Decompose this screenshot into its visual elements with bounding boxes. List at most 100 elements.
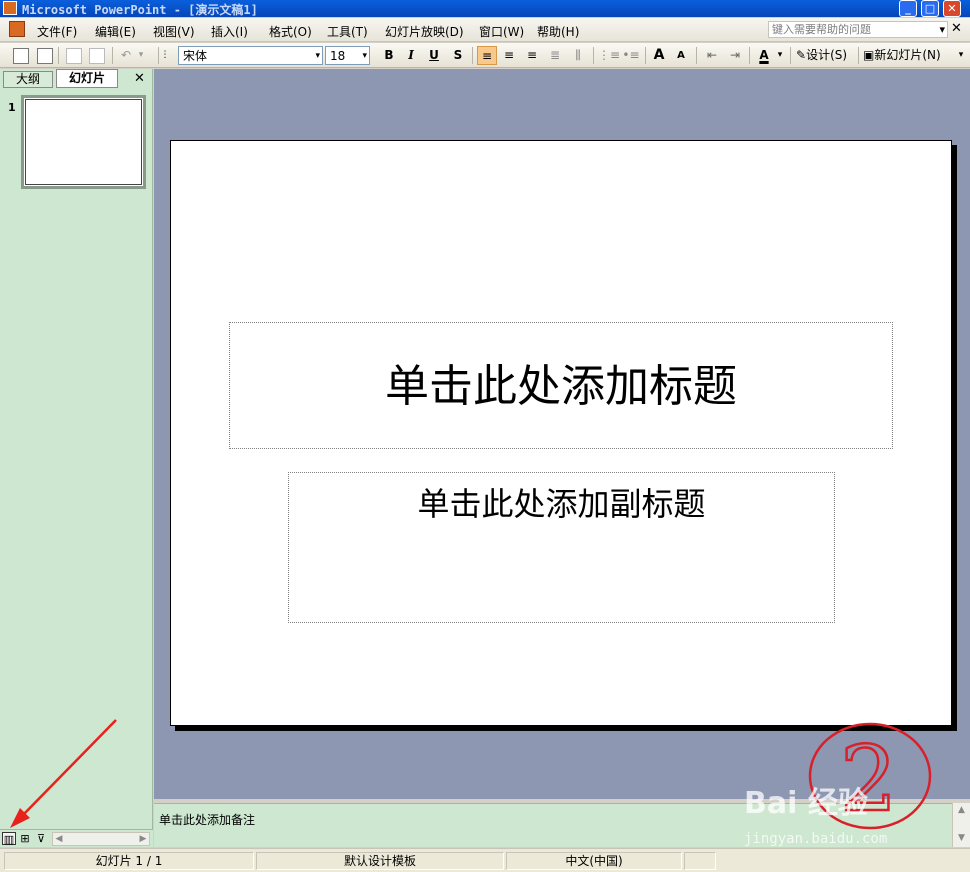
scroll-left-icon[interactable]: ◀ <box>53 833 65 845</box>
toolbar-separator <box>749 47 750 64</box>
menu-bar: 文件(F) 编辑(E) 视图(V) 插入(I) 格式(O) 工具(T) 幻灯片放… <box>0 18 970 42</box>
status-slide-count: 幻灯片 1 / 1 <box>4 852 254 870</box>
copy-icon[interactable] <box>66 48 82 64</box>
distribute-icon[interactable]: ⫼ <box>569 46 587 65</box>
scroll-up-icon[interactable]: ▲ <box>953 803 970 817</box>
menu-help[interactable]: 帮助(H) <box>537 23 579 40</box>
slides-pane: 大纲 幻灯片 ✕ 1 <box>0 69 153 829</box>
subtitle-placeholder[interactable]: 单击此处添加副标题 <box>288 472 835 623</box>
toolbar-separator <box>593 47 594 64</box>
italic-button[interactable]: I <box>403 46 419 65</box>
document-icon[interactable] <box>9 21 25 37</box>
toolbar-separator <box>790 47 791 64</box>
font-name-value: 宋体 <box>183 49 208 63</box>
document-close-button[interactable]: ✕ <box>951 21 962 36</box>
chevron-down-icon[interactable]: ▾ <box>362 47 367 66</box>
toolbar-separator <box>696 47 697 64</box>
baidu-watermark: Bai 经验 <box>744 786 868 821</box>
close-window-button[interactable]: ✕ <box>943 0 961 17</box>
title-placeholder[interactable]: 单击此处添加标题 <box>229 322 893 449</box>
toolbar-separator <box>58 47 59 64</box>
new-document-icon[interactable] <box>13 48 29 64</box>
slide-canvas[interactable]: 单击此处添加标题 单击此处添加副标题 <box>170 140 952 726</box>
undo-dropdown-icon[interactable]: ▾ <box>136 46 146 65</box>
window-title: Microsoft PowerPoint - [演示文稿1] <box>22 3 258 17</box>
justify-icon[interactable]: ≣ <box>546 46 564 65</box>
chevron-down-icon[interactable]: ▾ <box>315 47 320 66</box>
menu-tools[interactable]: 工具(T) <box>327 23 368 40</box>
font-color-dropdown-icon[interactable]: ▾ <box>775 46 785 65</box>
toolbar-separator <box>112 47 113 64</box>
slide-sorter-icon[interactable]: ⊞ <box>18 832 32 845</box>
menu-file[interactable]: 文件(F) <box>37 23 77 40</box>
open-icon[interactable] <box>37 48 53 64</box>
tab-slides[interactable]: 幻灯片 <box>56 69 118 88</box>
bold-button[interactable]: B <box>381 46 397 65</box>
menu-insert[interactable]: 插入(I) <box>211 23 248 40</box>
help-search-input[interactable]: 键入需要帮助的问题 ▾ <box>768 21 948 38</box>
decrease-indent-icon[interactable]: ⇤ <box>703 46 721 65</box>
decrease-font-button[interactable]: A <box>673 46 689 65</box>
new-slide-icon: ▣ <box>863 48 875 62</box>
align-right-button[interactable]: ≡ <box>523 46 541 65</box>
slide-editing-area: 单击此处添加标题 单击此处添加副标题 <box>154 69 970 799</box>
minimize-button[interactable]: _ <box>899 0 917 17</box>
font-name-select[interactable]: 宋体 ▾ <box>178 46 323 65</box>
underline-button[interactable]: U <box>426 46 442 65</box>
toolbar-separator <box>645 47 646 64</box>
maximize-button[interactable]: □ <box>921 0 939 17</box>
font-size-select[interactable]: 18 ▾ <box>325 46 370 65</box>
tab-outline[interactable]: 大纲 <box>3 71 53 88</box>
title-bar: Microsoft PowerPoint - [演示文稿1] _ □ ✕ <box>0 0 970 17</box>
pane-close-button[interactable]: ✕ <box>134 71 145 86</box>
toolbar-grip-icon[interactable]: ⋮ <box>160 46 170 65</box>
status-language: 中文(中国) <box>506 852 682 870</box>
baidu-watermark-url: jingyan.baidu.com <box>744 831 888 847</box>
normal-view-icon[interactable]: ▥ <box>2 832 16 846</box>
align-left-icon: ≡ <box>481 49 493 63</box>
menu-view[interactable]: 视图(V) <box>153 23 195 40</box>
align-left-button[interactable]: ≡ <box>477 46 497 65</box>
numbering-icon[interactable]: ⋮≡ <box>598 46 620 65</box>
toolbar: ↶ ▾ ⋮ 宋体 ▾ 18 ▾ B I U S ≡ ≡ ≡ ≣ ⫼ ⋮≡ •≡ … <box>0 43 970 68</box>
toolbar-separator <box>472 47 473 64</box>
horizontal-scrollbar[interactable]: ◀ ▶ <box>52 832 150 846</box>
view-bar: ▥ ⊞ ⊽ ◀ ▶ <box>0 829 153 847</box>
design-label: 设计(S) <box>806 48 848 62</box>
design-icon: ✎ <box>796 48 807 62</box>
slide-thumbnail[interactable] <box>21 95 146 189</box>
scroll-down-icon[interactable]: ▼ <box>953 831 970 845</box>
status-bar: 幻灯片 1 / 1 默认设计模板 中文(中国) <box>0 848 970 872</box>
powerpoint-app-icon <box>3 1 17 15</box>
paste-icon[interactable] <box>89 48 105 64</box>
help-search-placeholder: 键入需要帮助的问题 <box>772 23 871 36</box>
notes-scrollbar[interactable]: ▲ ▼ <box>952 803 970 847</box>
menu-edit[interactable]: 编辑(E) <box>95 23 136 40</box>
increase-font-button[interactable]: A <box>650 46 668 65</box>
font-color-button[interactable]: A <box>755 46 773 65</box>
status-extra <box>684 852 716 870</box>
align-right-icon: ≡ <box>526 48 538 62</box>
menu-slideshow[interactable]: 幻灯片放映(D) <box>385 23 464 40</box>
new-slide-button[interactable]: ▣新幻灯片(N) <box>863 46 951 65</box>
slide-thumbnail-number: 1 <box>8 101 16 114</box>
menu-window[interactable]: 窗口(W) <box>479 23 524 40</box>
menu-format[interactable]: 格式(O) <box>269 23 312 40</box>
status-template: 默认设计模板 <box>256 852 504 870</box>
design-button[interactable]: ✎设计(S) <box>796 46 856 65</box>
toolbar-separator <box>158 47 159 64</box>
scroll-right-icon[interactable]: ▶ <box>137 833 149 845</box>
font-size-value: 18 <box>330 49 346 63</box>
new-slide-label: 新幻灯片(N) <box>874 48 941 62</box>
undo-icon[interactable]: ↶ <box>118 46 134 65</box>
chevron-down-icon[interactable]: ▾ <box>939 22 945 37</box>
slide-show-icon[interactable]: ⊽ <box>34 832 48 845</box>
bullets-icon[interactable]: •≡ <box>622 46 640 65</box>
toolbar-separator <box>858 47 859 64</box>
toolbar-options-icon[interactable]: ▾ <box>955 46 967 65</box>
notes-placeholder: 单击此处添加备注 <box>159 813 256 827</box>
shadow-button[interactable]: S <box>450 46 466 65</box>
increase-indent-icon[interactable]: ⇥ <box>726 46 744 65</box>
align-center-icon: ≡ <box>503 48 515 62</box>
align-center-button[interactable]: ≡ <box>500 46 518 65</box>
